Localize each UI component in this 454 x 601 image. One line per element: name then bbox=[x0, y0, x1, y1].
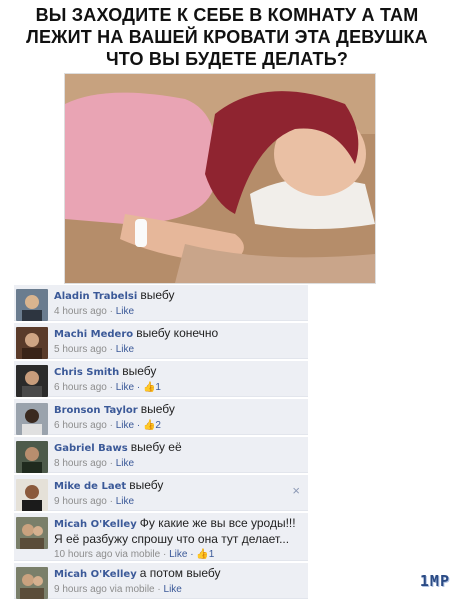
like-link[interactable]: Like bbox=[116, 344, 134, 355]
comment-time: 10 hours ago via mobile · bbox=[54, 549, 170, 560]
comment-author[interactable]: Micah O'Kelley bbox=[54, 519, 137, 530]
like-link[interactable]: Like bbox=[116, 420, 134, 431]
comment-text: выебу её bbox=[130, 440, 182, 454]
like-link[interactable]: Like bbox=[169, 549, 187, 560]
comment-time: 5 hours ago · bbox=[54, 344, 116, 355]
comment-time: 9 hours ago via mobile · bbox=[54, 584, 164, 595]
comment-time: 6 hours ago · bbox=[54, 420, 116, 431]
avatar[interactable] bbox=[16, 289, 48, 321]
like-count: · 👍1 bbox=[187, 549, 215, 560]
like-count: · 👍2 bbox=[134, 420, 161, 431]
comment-meta: 9 hours ago via mobile · Like bbox=[54, 583, 302, 597]
photo-illustration bbox=[65, 74, 375, 283]
comment-meta: 6 hours ago · Like · 👍1 bbox=[54, 381, 302, 395]
watermark-logo: 1MP bbox=[419, 572, 450, 590]
comment-author[interactable]: Aladin Trabelsi bbox=[54, 291, 137, 302]
like-link[interactable]: Like bbox=[164, 584, 182, 595]
comment-text: а потом выебу bbox=[139, 566, 221, 580]
close-icon[interactable]: × bbox=[292, 484, 300, 498]
avatar[interactable] bbox=[16, 567, 48, 599]
comment-meta: 8 hours ago · Like bbox=[54, 457, 302, 471]
like-count: · 👍1 bbox=[134, 382, 161, 393]
headline: ВЫ ЗАХОДИТЕ К СЕБЕ В КОМНАТУ А ТАМ ЛЕЖИТ… bbox=[0, 4, 454, 70]
comment-author[interactable]: Gabriel Baws bbox=[54, 443, 128, 454]
comment-time: 4 hours ago · bbox=[54, 306, 116, 317]
headline-line-2: ЛЕЖИТ НА ВАШЕЙ КРОВАТИ ЭТА ДЕВУШКА bbox=[26, 27, 428, 47]
headline-line-1: ВЫ ЗАХОДИТЕ К СЕБЕ В КОМНАТУ А ТАМ bbox=[35, 5, 419, 25]
comment: Chris Smith выебу 6 hours ago · Like · 👍… bbox=[14, 361, 308, 397]
avatar[interactable] bbox=[16, 327, 48, 359]
like-link[interactable]: Like bbox=[116, 458, 134, 469]
comment-meta: 6 hours ago · Like · 👍2 bbox=[54, 419, 302, 433]
comment-author[interactable]: Mike de Laet bbox=[54, 481, 126, 492]
comment: Micah O'Kelley Фу какие же вы все уроды!… bbox=[14, 513, 308, 561]
avatar[interactable] bbox=[16, 365, 48, 397]
headline-line-3: ЧТО ВЫ БУДЕТЕ ДЕЛАТЬ? bbox=[105, 49, 349, 69]
comment-meta: 9 hours ago · Like bbox=[54, 495, 302, 509]
comment-author[interactable]: Micah O'Kelley bbox=[54, 569, 137, 580]
comment-text: выебу bbox=[122, 364, 157, 378]
comment: Bronson Taylor выебу 6 hours ago · Like … bbox=[14, 399, 308, 435]
comment-list: Aladin Trabelsi выебу 4 hours ago · Like… bbox=[14, 285, 308, 601]
comment-time: 8 hours ago · bbox=[54, 458, 116, 469]
comment-time: 9 hours ago · bbox=[54, 496, 116, 507]
like-link[interactable]: Like bbox=[116, 496, 134, 507]
comment-text: выебу bbox=[140, 402, 175, 416]
avatar[interactable] bbox=[16, 403, 48, 435]
like-link[interactable]: Like bbox=[116, 382, 134, 393]
comment: Machi Medero выебу конечно 5 hours ago ·… bbox=[14, 323, 308, 359]
like-link[interactable]: Like bbox=[116, 306, 134, 317]
avatar[interactable] bbox=[16, 517, 48, 549]
photo bbox=[64, 73, 376, 284]
comment-meta: 5 hours ago · Like bbox=[54, 343, 302, 357]
comment-author[interactable]: Chris Smith bbox=[54, 367, 119, 378]
comment-text: выебу bbox=[140, 288, 175, 302]
comment-author[interactable]: Bronson Taylor bbox=[54, 405, 138, 416]
comment: Mike de Laet выебу 9 hours ago · Like × bbox=[14, 475, 308, 511]
avatar[interactable] bbox=[16, 441, 48, 473]
comment-time: 6 hours ago · bbox=[54, 382, 116, 393]
comment-text: выебу bbox=[129, 478, 164, 492]
comment: Gabriel Baws выебу её 8 hours ago · Like bbox=[14, 437, 308, 473]
comment: Micah O'Kelley а потом выебу 9 hours ago… bbox=[14, 563, 308, 599]
comment: Aladin Trabelsi выебу 4 hours ago · Like bbox=[14, 285, 308, 321]
comment-meta: 4 hours ago · Like bbox=[54, 305, 302, 319]
comment-meta: 10 hours ago via mobile · Like · 👍1 bbox=[54, 548, 302, 562]
avatar[interactable] bbox=[16, 479, 48, 511]
comment-author[interactable]: Machi Medero bbox=[54, 329, 133, 340]
comment-text: выебу конечно bbox=[136, 326, 219, 340]
